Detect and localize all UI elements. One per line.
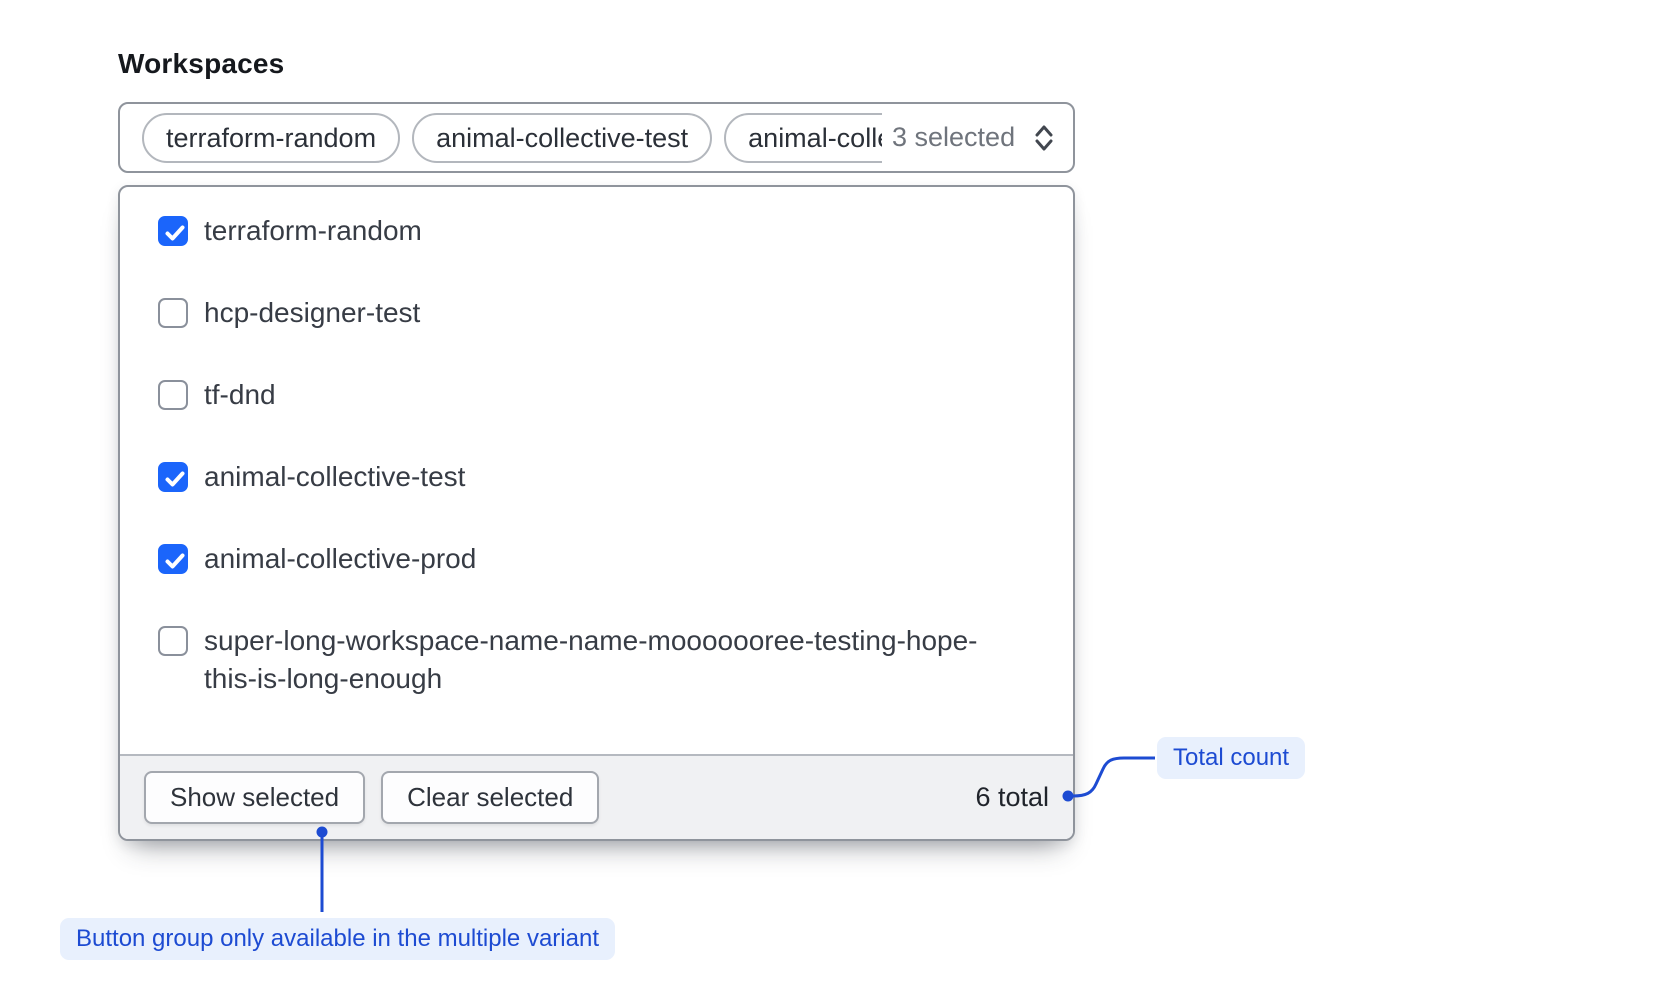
- checkbox[interactable]: [158, 216, 188, 246]
- checkbox[interactable]: [158, 380, 188, 410]
- checkbox[interactable]: [158, 298, 188, 328]
- superselect-trigger[interactable]: terraform-random animal-collective-test …: [118, 102, 1075, 173]
- check-icon: [160, 464, 190, 494]
- checkbox[interactable]: [158, 462, 188, 492]
- option-label: tf-dnd: [204, 376, 276, 414]
- selected-tag: animal-collective-prod: [724, 113, 882, 163]
- checkbox[interactable]: [158, 544, 188, 574]
- option-row[interactable]: animal-collective-test: [120, 436, 1073, 518]
- option-row[interactable]: hcp-designer-test: [120, 272, 1073, 354]
- checkbox[interactable]: [158, 626, 188, 656]
- show-selected-button[interactable]: Show selected: [144, 771, 365, 824]
- superselect-demo: Workspaces terraform-random animal-colle…: [0, 0, 1672, 1008]
- total-count-label: 6 total: [975, 782, 1049, 813]
- selected-tag: animal-collective-test: [412, 113, 712, 163]
- option-label: super-long-workspace-name-name-moooooore…: [204, 622, 994, 698]
- annotation-button-group: Button group only available in the multi…: [60, 918, 615, 960]
- option-row[interactable]: tf-dnd: [120, 354, 1073, 436]
- option-label: terraform-random: [204, 212, 422, 250]
- listbox-footer: Show selected Clear selected 6 total: [120, 754, 1073, 839]
- check-icon: [160, 218, 190, 248]
- clear-selected-button[interactable]: Clear selected: [381, 771, 599, 824]
- caret-up-down-icon: [1031, 122, 1057, 154]
- check-icon: [160, 546, 190, 576]
- option-label: animal-collective-prod: [204, 540, 476, 578]
- selected-count-label: 3 selected: [892, 122, 1015, 153]
- option-row[interactable]: super-long-workspace-name-name-moooooore…: [120, 600, 1073, 720]
- option-row[interactable]: animal-collective-prod: [120, 518, 1073, 600]
- annotation-total-count: Total count: [1157, 737, 1305, 779]
- option-label: animal-collective-test: [204, 458, 465, 496]
- option-label: hcp-designer-test: [204, 294, 420, 332]
- listbox-panel: terraform-random hcp-designer-test tf-dn…: [118, 185, 1075, 841]
- workspaces-label: Workspaces: [118, 48, 284, 80]
- options-list: terraform-random hcp-designer-test tf-dn…: [120, 187, 1073, 754]
- option-row[interactable]: terraform-random: [120, 190, 1073, 272]
- selected-tag: terraform-random: [142, 113, 400, 163]
- selected-tags-container: terraform-random animal-collective-test …: [142, 104, 882, 171]
